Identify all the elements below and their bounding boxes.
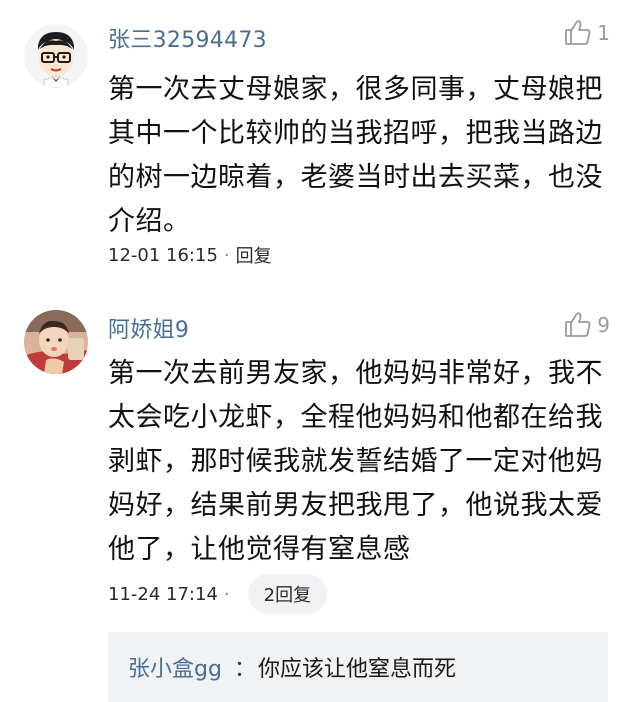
comment-text: 第一次去前男友家，他妈妈非常好，我不太会吃小龙虾，全程他妈妈和他都在给我剥虾，那…	[108, 358, 603, 565]
subreply-separator: ：	[233, 657, 256, 682]
like-button[interactable]: 1	[563, 18, 610, 48]
timestamp: 12-01 16:15	[108, 244, 218, 266]
subreply-username[interactable]: 张小盒gg	[128, 651, 222, 683]
like-count: 1	[597, 21, 610, 45]
subreply-preview[interactable]: 张小盒gg ： 你应该让他窒息而死	[108, 632, 608, 702]
meta-separator: ·	[223, 244, 230, 266]
comment-meta: 11-24 17:14 · 2回复	[108, 574, 328, 614]
avatar[interactable]	[24, 310, 88, 374]
comment-item: 阿娇姐9 9 第一次去前男友家，他妈妈非常好，我不太会吃小龙虾，全程他妈妈和他都…	[0, 292, 640, 702]
replies-button[interactable]: 2回复	[247, 574, 328, 614]
thumbs-up-icon	[563, 310, 593, 340]
timestamp: 11-24 17:14	[108, 583, 218, 605]
comment-item: 张三32594473 1 第一次去丈母娘家，很多同事，丈母娘把其中一个比较帅的当…	[0, 0, 640, 292]
avatar[interactable]	[24, 24, 88, 88]
like-count: 9	[597, 313, 610, 337]
thumbs-up-icon	[563, 18, 593, 48]
comment-meta: 12-01 16:15 · 回复	[108, 242, 272, 268]
subreply-text: 你应该让他窒息而死	[257, 657, 456, 682]
comment-username[interactable]: 阿娇姐9	[108, 312, 189, 344]
comment-username[interactable]: 张三32594473	[108, 22, 267, 54]
reply-button[interactable]: 回复	[236, 242, 272, 268]
comment-text: 第一次去丈母娘家，很多同事，丈母娘把其中一个比较帅的当我招呼，把我当路边的树一边…	[108, 74, 603, 237]
like-button[interactable]: 9	[563, 310, 610, 340]
meta-separator: ·	[223, 583, 230, 605]
